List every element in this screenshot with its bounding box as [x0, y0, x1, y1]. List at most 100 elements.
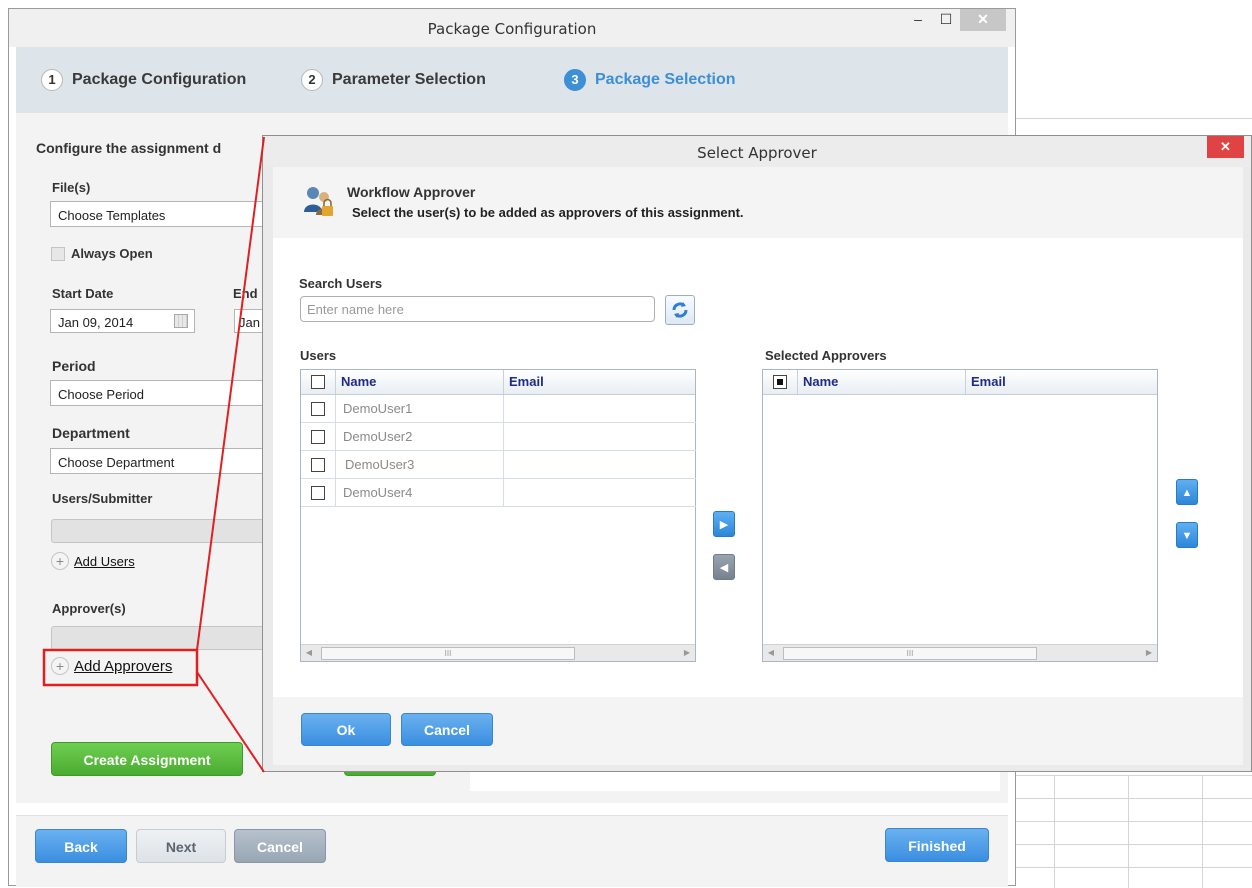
wizard-step-package-configuration[interactable]: 1 Package Configuration — [41, 67, 246, 93]
sheet-line — [1016, 798, 1252, 799]
user-row[interactable]: DemoUser4 — [301, 479, 504, 507]
sheet-line — [1016, 775, 1252, 776]
next-button[interactable]: Next — [136, 829, 226, 863]
search-button[interactable] — [665, 295, 695, 325]
column-name[interactable]: Name — [335, 370, 503, 394]
arrow-down-icon: ▼ — [1181, 530, 1193, 542]
calendar-icon[interactable] — [174, 314, 188, 328]
sheet-line — [1016, 867, 1252, 868]
scroll-left-icon[interactable]: ◀ — [763, 645, 779, 661]
email-column-area — [503, 395, 696, 507]
wizard-step-parameter-selection[interactable]: 2 Parameter Selection — [301, 67, 486, 93]
add-approvers-link[interactable]: + Add Approvers — [51, 657, 172, 675]
back-button[interactable]: Back — [35, 829, 127, 863]
users-grid-scrollbar[interactable]: ◀ III ▶ — [301, 644, 695, 661]
user-row-checkbox[interactable] — [311, 458, 325, 472]
user-row-checkbox[interactable] — [311, 402, 325, 416]
period-label: Period — [52, 358, 96, 374]
step-label: Parameter Selection — [332, 71, 486, 88]
config-heading: Configure the assignment d — [36, 140, 222, 156]
scrollbar-thumb[interactable]: III — [321, 647, 575, 660]
user-row-checkbox[interactable] — [311, 486, 325, 500]
dialog-cancel-button[interactable]: Cancel — [401, 713, 493, 746]
step-number: 3 — [564, 69, 586, 91]
select-approver-dialog: Select Approver ✕ Workflow Approver Sele… — [262, 135, 1252, 772]
user-row[interactable]: DemoUser3 — [301, 451, 504, 479]
dialog-close-button[interactable]: ✕ — [1207, 136, 1244, 158]
period-select[interactable]: Choose Period — [50, 380, 270, 406]
arrow-right-icon: ▶ — [719, 519, 729, 531]
refresh-icon — [672, 302, 688, 318]
approver-users-icon — [304, 187, 333, 216]
dialog-header-title: Workflow Approver — [347, 184, 476, 200]
add-approvers-text[interactable]: Add Approvers — [74, 658, 172, 675]
files-label: File(s) — [52, 180, 91, 195]
user-row-name: DemoUser3 — [335, 451, 503, 478]
user-row[interactable]: DemoUser1 — [301, 395, 504, 423]
column-email[interactable]: Email — [503, 370, 695, 394]
approvers-field[interactable] — [51, 626, 271, 650]
column-email[interactable]: Email — [965, 370, 1157, 394]
sheet-line — [1202, 775, 1203, 888]
minimize-button[interactable]: – — [904, 9, 932, 31]
add-approver-button[interactable]: ▶ — [713, 511, 735, 537]
dialog-title: Select Approver — [697, 144, 817, 162]
selected-grid-scrollbar[interactable]: ◀ III ▶ — [763, 644, 1157, 661]
scroll-left-icon[interactable]: ◀ — [301, 645, 317, 661]
select-all-users-checkbox[interactable] — [311, 375, 325, 389]
dialog-header-subtitle: Select the user(s) to be added as approv… — [352, 205, 744, 220]
scrollbar-thumb[interactable]: III — [783, 647, 1037, 660]
cancel-button[interactable]: Cancel — [234, 829, 326, 863]
department-label: Department — [52, 425, 130, 441]
dialog-titlebar: Select Approver ✕ — [263, 136, 1251, 167]
scroll-right-icon[interactable]: ▶ — [1141, 645, 1157, 661]
users-submitter-label: Users/Submitter — [52, 491, 153, 506]
plus-icon: + — [51, 657, 69, 675]
select-all-approvers-checkbox[interactable] — [773, 375, 787, 389]
user-row[interactable]: DemoUser2 — [301, 423, 504, 451]
wizard-step-package-selection[interactable]: 3 Package Selection — [564, 67, 736, 93]
user-row-name: DemoUser2 — [335, 423, 503, 450]
users-field[interactable] — [51, 519, 271, 543]
end-date-label: End I — [233, 286, 265, 301]
maximize-button[interactable]: ☐ — [932, 9, 960, 31]
search-users-input[interactable] — [300, 296, 655, 322]
finished-button[interactable]: Finished — [885, 828, 989, 862]
always-open-label: Always Open — [71, 246, 153, 261]
users-grid-header: Name Email — [301, 370, 695, 395]
user-row-name: DemoUser1 — [335, 395, 503, 422]
dialog-footer: Ok Cancel — [273, 697, 1243, 765]
ok-button[interactable]: Ok — [301, 713, 391, 746]
users-grid: Name Email DemoUser1 DemoUser2 DemoUser3 — [300, 369, 696, 662]
create-assignment-button[interactable]: Create Assignment — [51, 742, 243, 776]
arrow-up-icon: ▲ — [1181, 487, 1193, 499]
sheet-line — [1016, 821, 1252, 822]
column-name[interactable]: Name — [797, 370, 965, 394]
sheet-line — [1016, 844, 1252, 845]
start-date-field[interactable]: Jan 09, 2014 — [50, 309, 195, 333]
arrow-left-icon: ◀ — [719, 562, 729, 574]
add-users-text[interactable]: Add Users — [74, 554, 135, 569]
move-down-button[interactable]: ▼ — [1176, 522, 1198, 548]
selected-approvers-grid: Name Email ◀ III ▶ — [762, 369, 1158, 662]
selected-grid-header: Name Email — [763, 370, 1157, 395]
selected-approvers-title: Selected Approvers — [765, 348, 887, 363]
wizard-steps: 1 Package Configuration 2 Parameter Sele… — [16, 47, 1008, 113]
move-up-button[interactable]: ▲ — [1176, 479, 1198, 505]
department-select[interactable]: Choose Department — [50, 448, 270, 474]
step-number: 2 — [301, 69, 323, 91]
sheet-line — [1128, 775, 1129, 888]
step-label: Package Selection — [595, 71, 736, 88]
remove-approver-button[interactable]: ◀ — [713, 554, 735, 580]
user-row-name: DemoUser4 — [335, 479, 503, 506]
close-window-button[interactable]: ✕ — [960, 9, 1006, 31]
user-row-checkbox[interactable] — [311, 430, 325, 444]
add-users-link[interactable]: + Add Users — [51, 552, 135, 570]
dialog-header: Workflow Approver Select the user(s) to … — [273, 167, 1243, 238]
files-select[interactable]: Choose Templates — [50, 201, 270, 227]
sheet-line — [1054, 775, 1055, 888]
scroll-right-icon[interactable]: ▶ — [679, 645, 695, 661]
always-open-checkbox[interactable] — [51, 247, 65, 261]
approvers-label: Approver(s) — [52, 601, 126, 616]
step-label: Package Configuration — [72, 71, 247, 88]
